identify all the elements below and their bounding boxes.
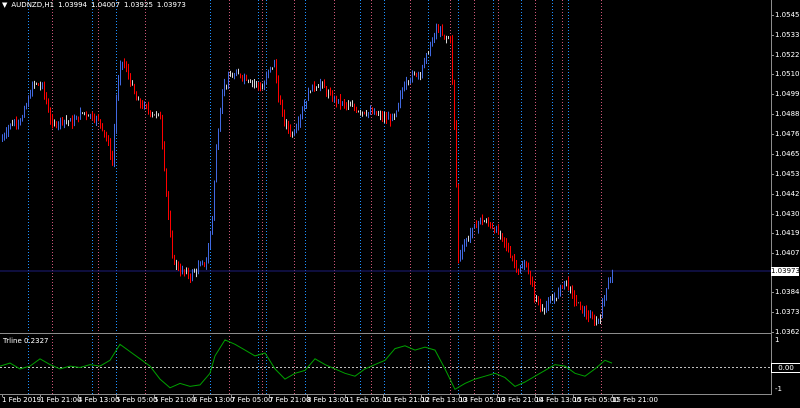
price-label: 1.04420	[775, 190, 800, 198]
price-label: 1.04190	[775, 229, 800, 237]
indicator-name: Trline 0.2327	[3, 337, 49, 345]
indicator-level-top: 1	[775, 336, 780, 344]
price-label: 1.03730	[775, 308, 800, 316]
price-label: 1.04880	[775, 110, 800, 118]
chart-window[interactable]: ▼ AUDNZD,H1 1.03994 1.04007 1.03925 1.03973 T…	[0, 0, 800, 408]
price-label: 1.04305	[775, 210, 800, 218]
price-label: 1.05220	[775, 51, 800, 59]
time-label: 15 Feb 21:00	[612, 396, 658, 404]
time-label: 4 Feb 13:00	[78, 396, 120, 404]
close-value: 1.03973	[156, 1, 186, 9]
symbol-name: AUDNZD,H1	[11, 1, 55, 9]
time-label: 8 Feb 13:00	[307, 396, 349, 404]
price-label: 1.03845	[775, 288, 800, 296]
price-label: 1.04995	[775, 90, 800, 98]
time-label: 1 Feb 21:00	[40, 396, 82, 404]
time-label: 6 Feb 13:00	[193, 396, 235, 404]
current-price-tag: 1.03973	[771, 267, 800, 276]
price-chart[interactable]	[0, 0, 800, 408]
time-label: 7 Feb 21:00	[269, 396, 311, 404]
price-label: 1.04765	[775, 130, 800, 138]
indicator-level-zero: 0.00	[771, 363, 800, 373]
time-label: 7 Feb 05:00	[231, 396, 273, 404]
time-label: 1 Feb 2019	[2, 396, 42, 404]
price-label: 1.05335	[775, 31, 800, 39]
symbol-dropdown-icon[interactable]: ▼	[2, 1, 7, 9]
indicator-level-bottom: -1	[775, 385, 782, 393]
axis-ticks	[2, 15, 774, 397]
price-label: 1.04535	[775, 170, 800, 178]
price-label: 1.05105	[775, 70, 800, 78]
price-label: 1.05450	[775, 11, 800, 19]
low-value: 1.03925	[123, 1, 153, 9]
time-label: 5 Feb 05:00	[116, 396, 158, 404]
symbol-header: ▼ AUDNZD,H1 1.03994 1.04007 1.03925 1.03973	[2, 1, 190, 10]
price-label: 1.04075	[775, 249, 800, 257]
price-label: 1.04650	[775, 150, 800, 158]
period-separators	[28, 0, 602, 394]
open-value: 1.03994	[58, 1, 88, 9]
high-value: 1.04007	[91, 1, 120, 9]
time-label: 5 Feb 21:00	[154, 396, 196, 404]
